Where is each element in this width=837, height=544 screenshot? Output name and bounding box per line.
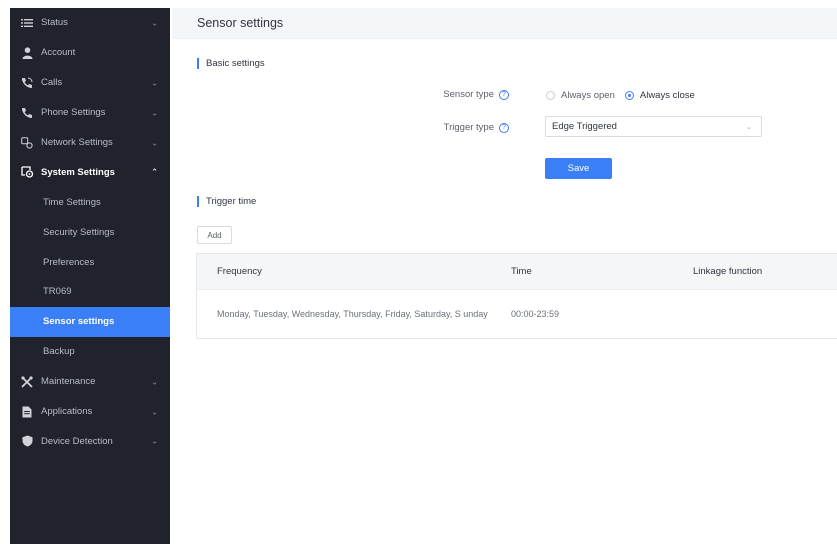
- trigger-type-label: Trigger type ?: [444, 122, 509, 133]
- nav-item-maintenance[interactable]: Maintenance ⌄: [10, 367, 170, 397]
- nav-item-system-settings[interactable]: System Settings ⌃: [10, 157, 170, 187]
- nav-item-label: Network Settings: [41, 137, 113, 148]
- call-icon: [20, 76, 34, 90]
- section-basic-settings: Basic settings: [197, 58, 265, 69]
- shield-icon: [20, 434, 34, 448]
- chevron-down-icon: ⌄: [151, 377, 158, 387]
- page-title: Sensor settings: [197, 16, 284, 30]
- nav-item-calls[interactable]: Calls ⌄: [10, 68, 170, 98]
- select-value: Edge Triggered: [552, 121, 617, 132]
- trigger-time-table: Frequency Time Linkage function Monday, …: [196, 253, 837, 339]
- nav-item-label: Phone Settings: [41, 107, 106, 119]
- document-icon: [20, 405, 34, 419]
- chevron-down-icon: ⌄: [151, 138, 158, 147]
- sensor-type-radio-group: Always open Always close: [546, 90, 705, 101]
- chevron-down-icon: ⌄: [151, 78, 158, 88]
- chevron-down-icon: ⌄: [746, 123, 752, 131]
- trigger-type-label-text: Trigger type: [443, 122, 494, 133]
- table-header: Frequency Time Linkage function: [197, 254, 837, 289]
- sensor-type-label: Sensor type ?: [443, 89, 509, 100]
- list-icon: [20, 16, 34, 30]
- radio-label: Always close: [639, 90, 695, 101]
- sub-item-backup[interactable]: Backup: [10, 337, 170, 367]
- nav-item-device-detection[interactable]: Device Detection ⌄: [10, 426, 170, 456]
- main-content: Sensor settings Basic settings Sensor ty…: [172, 8, 837, 544]
- system-settings-icon: [20, 165, 34, 179]
- cell-time: 00:00-23:59: [511, 309, 560, 319]
- section-marker: [197, 58, 199, 69]
- page-header: Sensor settings: [172, 8, 837, 39]
- section-title-text: Trigger time: [206, 196, 257, 207]
- chevron-down-icon: ⌄: [151, 407, 158, 417]
- nav-item-label: Status: [41, 17, 68, 29]
- sensor-type-label-text: Sensor type: [443, 89, 494, 100]
- nav-item-status[interactable]: Status ⌄: [10, 8, 170, 38]
- network-icon: [20, 136, 34, 150]
- sub-item-time-settings[interactable]: Time Settings: [10, 187, 170, 217]
- column-header-linkage[interactable]: Linkage function: [693, 266, 837, 277]
- cell-frequency: Monday, Tuesday, Wednesday, Thursday, Fr…: [217, 308, 488, 319]
- nav-item-label: Account: [41, 47, 76, 59]
- section-marker: [197, 196, 199, 207]
- add-button[interactable]: Add: [197, 226, 232, 244]
- nav-item-label: Device Detection: [41, 435, 113, 447]
- column-header-time[interactable]: Time: [511, 266, 693, 277]
- column-header-frequency[interactable]: Frequency: [197, 265, 511, 278]
- sub-item-tr069[interactable]: TR069: [10, 277, 170, 307]
- nav-item-phone-settings[interactable]: Phone Settings ⌄: [10, 98, 170, 128]
- sub-item-sensor-settings[interactable]: Sensor settings: [10, 306, 170, 337]
- radio-always-close[interactable]: Always close: [624, 90, 695, 101]
- sub-item-security-settings[interactable]: Security Settings: [10, 217, 170, 247]
- help-icon[interactable]: ?: [499, 89, 509, 100]
- radio-circle: [546, 91, 555, 100]
- help-icon[interactable]: ?: [499, 122, 509, 133]
- trigger-type-select[interactable]: Edge Triggered ⌄: [545, 116, 762, 137]
- section-title-text: Basic settings: [206, 58, 265, 69]
- chevron-down-icon: ⌄: [151, 108, 158, 118]
- sidebar: Status ⌄ Account Calls ⌄ Phone Settings …: [10, 8, 170, 544]
- user-icon: [20, 46, 34, 60]
- nav-item-network-settings[interactable]: Network Settings ⌄: [10, 128, 170, 158]
- radio-circle: [624, 91, 634, 100]
- phone-icon: [20, 106, 34, 120]
- chevron-down-icon: ⌄: [151, 18, 158, 28]
- radio-label: Always open: [561, 90, 615, 101]
- chevron-down-icon: ⌄: [151, 436, 158, 446]
- tools-icon: [20, 375, 34, 389]
- nav-item-label: System Settings: [41, 166, 115, 178]
- save-button[interactable]: Save: [545, 158, 612, 179]
- section-trigger-time: Trigger time: [197, 196, 256, 207]
- radio-always-open[interactable]: Always open: [546, 90, 615, 101]
- nav-item-label: Applications: [41, 406, 93, 418]
- sub-item-preferences[interactable]: Preferences: [10, 247, 170, 277]
- nav-item-account[interactable]: Account: [10, 38, 170, 68]
- nav-item-label: Calls: [41, 77, 63, 89]
- nav-item-applications[interactable]: Applications ⌄: [10, 397, 170, 427]
- table-row[interactable]: Monday, Tuesday, Wednesday, Thursday, Fr…: [197, 289, 837, 338]
- nav-item-label: Maintenance: [41, 376, 96, 388]
- chevron-up-icon: ⌃: [151, 167, 158, 177]
